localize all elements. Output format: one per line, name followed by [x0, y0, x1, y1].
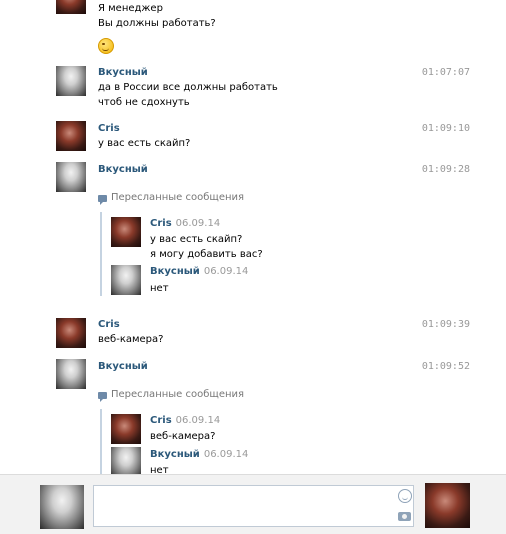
author-name[interactable]: Вкусный	[98, 361, 148, 372]
forwarded-author-name[interactable]: Вкусный	[150, 266, 200, 277]
author-name[interactable]: Вкусный	[98, 67, 148, 78]
forwarded-author[interactable]: Вкусный 06.09.14	[150, 266, 248, 277]
avatar[interactable]	[111, 447, 141, 477]
avatar[interactable]	[111, 217, 141, 247]
recipient-avatar[interactable]	[425, 483, 470, 528]
own-avatar[interactable]	[40, 485, 84, 529]
avatar[interactable]	[56, 318, 86, 348]
avatar[interactable]	[56, 162, 86, 192]
message-line: веб-камера?	[98, 334, 164, 345]
message-line: нет	[150, 283, 169, 294]
forwarded-author-name[interactable]: Cris	[150, 218, 172, 229]
message-text: веб-камера?	[98, 332, 163, 347]
message-line: у вас есть скайп?	[150, 234, 243, 245]
message-line: Я менеджер	[98, 3, 163, 14]
forwarded-author[interactable]: Cris 06.09.14	[150, 415, 220, 426]
forwarded-date: 06.09.14	[203, 449, 249, 460]
forwarded-author-name[interactable]: Вкусный	[150, 449, 200, 460]
avatar[interactable]	[111, 414, 141, 444]
forward-bar	[100, 409, 102, 474]
forwarded-label[interactable]: Пересланные сообщения	[111, 389, 244, 400]
author-name[interactable]: Cris	[98, 123, 120, 134]
forwarded-author-name[interactable]: Cris	[150, 415, 172, 426]
message-line: веб-камера?	[150, 431, 216, 442]
avatar[interactable]	[111, 265, 141, 295]
forwarded-date: 06.09.14	[175, 218, 221, 229]
author-name[interactable]: Вкусный	[98, 164, 148, 175]
message-time[interactable]: 01:09:52	[422, 361, 470, 372]
message-time[interactable]: 01:09:28	[422, 164, 470, 175]
forwarded-label[interactable]: Пересланные сообщения	[111, 192, 244, 203]
camera-icon[interactable]	[398, 512, 411, 521]
author-name[interactable]: Cris	[98, 319, 120, 330]
message-line: я могу добавить вас?	[150, 249, 263, 260]
message-line: у вас есть скайп?	[98, 138, 191, 149]
message-text: Я менеджер Вы должны работать?	[98, 1, 216, 31]
emoji-icon[interactable]	[398, 489, 412, 503]
message-line: чтоб не сдохнуть	[98, 97, 190, 108]
avatar[interactable]	[56, 121, 86, 151]
avatar[interactable]	[56, 66, 86, 96]
forwarded-text: у вас есть скайп? я могу добавить вас?	[150, 232, 263, 262]
forwarded-text: веб-камера?	[150, 429, 215, 444]
forward-icon	[98, 195, 107, 205]
avatar[interactable]	[56, 359, 86, 389]
message-text: у вас есть скайп?	[98, 136, 190, 151]
forwarded-author[interactable]: Вкусный 06.09.14	[150, 449, 248, 460]
message-line: Вы должны работать?	[98, 18, 216, 29]
message-line: да в России все должны работать	[98, 82, 278, 93]
forwarded-author[interactable]: Cris 06.09.14	[150, 218, 220, 229]
forwarded-date: 06.09.14	[175, 415, 221, 426]
forward-bar	[100, 212, 102, 296]
forwarded-date: 06.09.14	[203, 266, 249, 277]
wink-emoji-icon	[98, 38, 114, 54]
message-time[interactable]: 01:09:10	[422, 123, 470, 134]
forwarded-text: нет	[150, 281, 169, 296]
message-text: да в России все должны работать чтоб не …	[98, 80, 278, 110]
message-input[interactable]	[93, 485, 414, 527]
message-composer	[0, 474, 506, 534]
avatar[interactable]	[56, 0, 86, 14]
message-time[interactable]: 01:09:39	[422, 319, 470, 330]
forward-icon	[98, 392, 107, 402]
message-time[interactable]: 01:07:07	[422, 67, 470, 78]
